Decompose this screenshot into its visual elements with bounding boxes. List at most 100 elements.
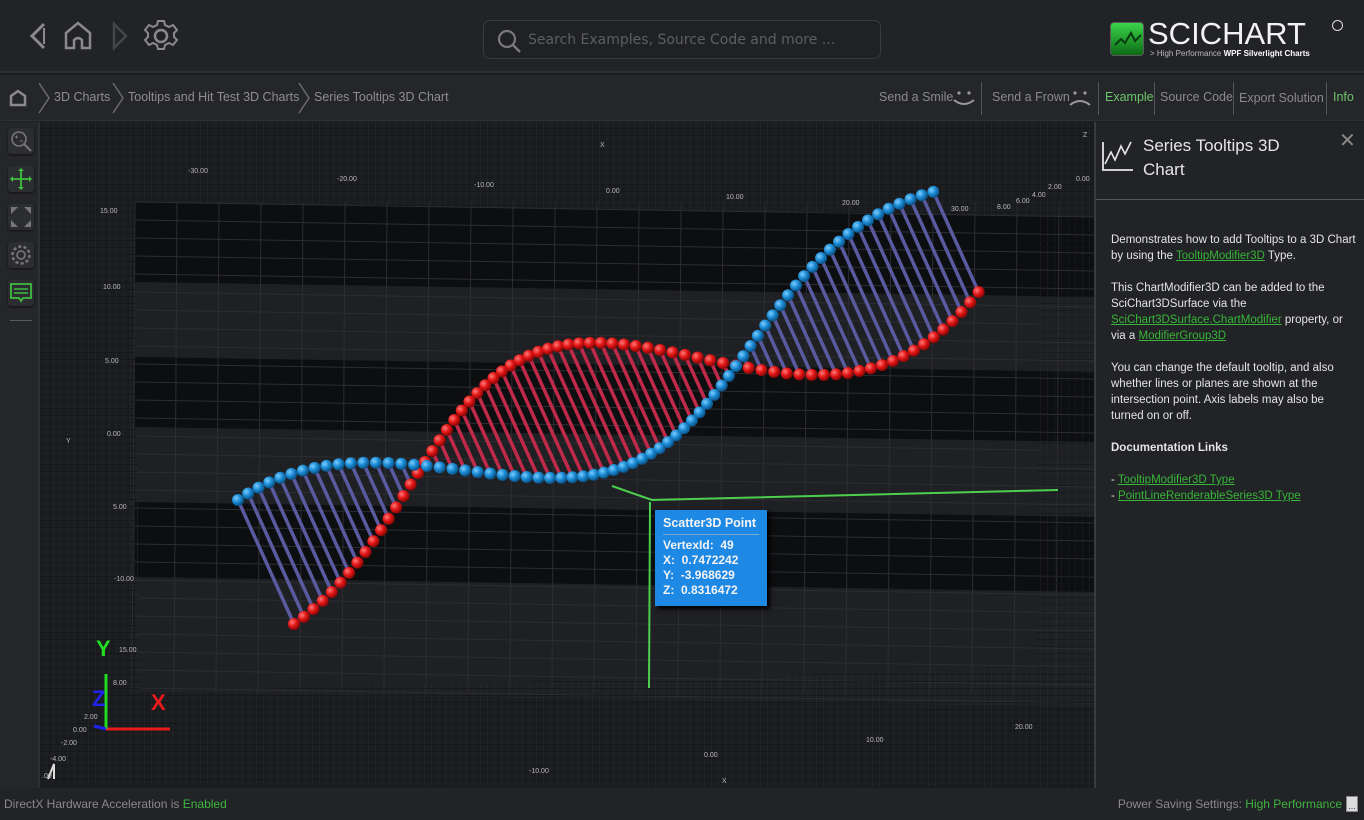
blue-point [357,456,370,469]
blue-point [459,464,472,477]
description-paragraph: You can change the default tooltip, and … [1111,362,1334,422]
info-panel: Series Tooltips 3D Chart ✕ Demonstrates … [1094,122,1364,788]
example-tab[interactable]: Example [1105,90,1154,104]
status-value[interactable]: High Performance [1245,797,1342,811]
chevron-right-icon [298,82,310,114]
status-label: Power Saving Settings: [1117,797,1246,811]
red-point [897,350,910,363]
red-point [367,535,380,548]
x-tick-bottom: 20.00 [1015,724,1033,731]
x-tick-bottom: 0.00 [704,752,718,759]
blue-point [904,193,917,206]
tooltip-icon [10,283,32,303]
info-tab[interactable]: Info [1333,90,1354,104]
red-point [755,364,768,377]
close-icon[interactable]: ✕ [1339,128,1356,152]
zoom-extents-icon [11,207,31,227]
smile-icon[interactable] [951,88,977,108]
power-saving-status: Power Saving Settings: High Performance [1118,797,1342,811]
blue-point [263,476,276,489]
red-point [864,362,877,375]
chartmodifier-link[interactable]: SciChart3DSurface.ChartModifier [1111,314,1282,326]
red-point [780,367,793,380]
zoom-icon [11,131,32,152]
doc-link-pointlineseries[interactable]: PointLineRenderableSeries3D Type [1118,490,1301,502]
divider [1233,82,1234,115]
blue-point [823,243,836,256]
zoom-extents-button[interactable] [8,204,34,230]
tooltip-vertex-id: VertexId: 49 [663,538,734,552]
top-bar: SCICHART > High Performance WPF Silverli… [0,0,1364,73]
red-point [955,306,968,319]
blue-point [520,470,533,483]
home-icon[interactable] [60,18,96,54]
z-tick: 0.00 [1076,176,1090,183]
crosshair-y-line [648,501,651,689]
send-smile-button[interactable]: Send a Smile [879,90,953,104]
blue-point [915,189,928,202]
registered-icon [1332,20,1343,31]
directx-status: DirectX Hardware Acceleration is Enabled [4,797,227,811]
doc-link-tooltipmodifier3d[interactable]: TooltipModifier3D Type [1118,474,1235,486]
breadcrumb-item-current[interactable]: Series Tooltips 3D Chart [314,90,449,104]
panel-title: Series Tooltips 3D Chart [1143,136,1280,179]
toolbar-divider [10,320,32,321]
blue-point [252,481,265,494]
documentation-heading: Documentation Links [1111,442,1228,454]
x-tick: -30.00 [188,168,208,175]
search-box[interactable] [483,20,881,59]
red-point [440,423,453,436]
z-tick: 0.00 [73,727,87,734]
red-point [917,338,930,351]
pan-tool-button[interactable] [8,166,34,192]
export-solution-button[interactable]: Export Solution [1239,91,1324,105]
red-point [426,445,439,458]
red-point [552,340,565,353]
blue-point [471,465,484,478]
blue-point [759,319,772,332]
blue-point [382,457,395,470]
search-input[interactable] [528,29,868,51]
z-tick: -2.00 [61,740,77,747]
breadcrumb-home-icon[interactable] [8,88,28,108]
divider [1098,82,1099,115]
source-code-tab[interactable]: Source Code [1160,90,1233,104]
chart-3d-surface[interactable]: Y Z X X Z -30.00 -20.00 -10.00 0.00 10.0… [40,122,1094,788]
red-point [704,354,717,367]
x-tick: 0.00 [606,188,620,195]
tooltip-z: Z: 0.8316472 [663,583,738,597]
x-tick-bottom: 10.00 [866,737,884,744]
tooltip-tool-button[interactable] [8,280,34,306]
modifiergroup3d-link[interactable]: ModifierGroup3D [1139,330,1227,342]
z-axis-title: Z [1083,132,1088,139]
line-chart-icon [1102,141,1133,171]
gizmo-z-label: Z [92,686,105,711]
power-settings-button[interactable]: ... [1346,796,1358,812]
red-point [666,346,679,359]
red-point [343,566,356,579]
y-tick: 15.00 [100,208,118,215]
frown-icon[interactable] [1067,88,1093,108]
x-tick: 10.00 [726,194,744,201]
gear-icon[interactable] [143,18,179,54]
red-point [307,603,320,616]
red-point [606,337,619,350]
tooltipmodifier3d-link[interactable]: TooltipModifier3D [1176,250,1265,262]
pan-icon [10,168,32,190]
red-point [841,366,854,379]
send-frown-button[interactable]: Send a Frown [992,90,1070,104]
zoom-tool-button[interactable] [8,128,34,154]
blue-point [806,260,819,273]
right-wall [1035,217,1094,692]
blue-point [369,456,382,469]
back-arrow-icon[interactable] [22,18,58,54]
settings-tool-button[interactable] [8,242,34,268]
blue-point [852,220,865,233]
scene-3d[interactable]: Y Z X [40,122,1094,788]
breadcrumb-item-3d-charts[interactable]: 3D Charts [54,90,110,104]
breadcrumb-item-tooltips[interactable]: Tooltips and Hit Test 3D Charts [128,90,299,104]
y-axis-title: Y [66,438,71,445]
forward-arrow-icon[interactable] [104,18,140,54]
red-point [583,336,596,349]
description-paragraph: Demonstrates how to add Tooltips to a 3D… [1111,232,1356,264]
